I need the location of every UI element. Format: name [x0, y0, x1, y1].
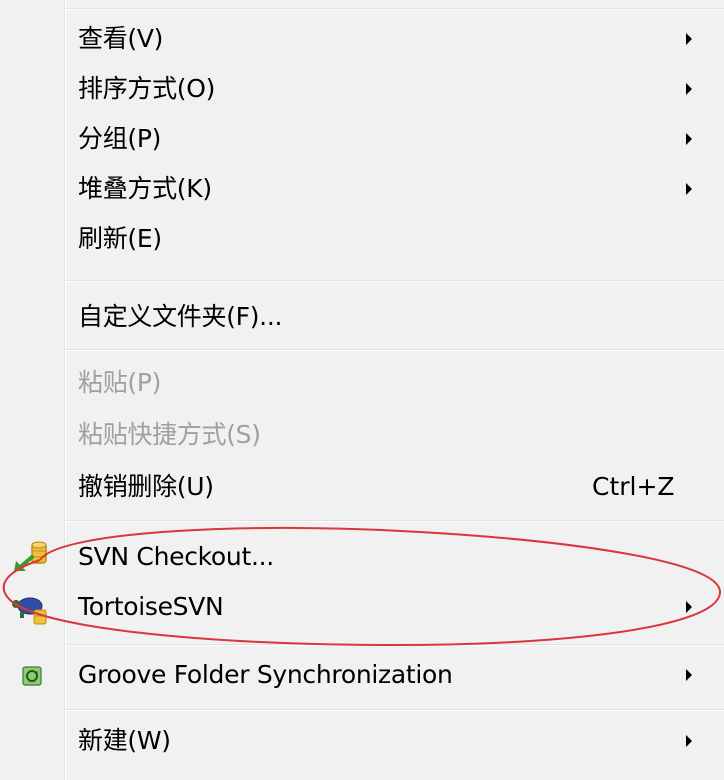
menu-separator: [66, 280, 724, 282]
menu-item-label: 排序方式(O): [78, 74, 216, 103]
menu-item-sort-by[interactable]: 排序方式(O): [0, 64, 724, 114]
menu-item-label: 堆叠方式(K): [78, 174, 212, 203]
menu-item-customize-folder[interactable]: 自定义文件夹(F)...: [0, 292, 724, 342]
menu-item-groove-sync[interactable]: Groove Folder Synchronization: [0, 650, 724, 700]
menu-item-label: 粘贴(P): [78, 368, 162, 397]
menu-item-tortoisesvn[interactable]: TortoiseSVN: [0, 582, 724, 632]
submenu-arrow-icon: [686, 33, 692, 45]
submenu-arrow-icon: [686, 183, 692, 195]
menu-item-label: 撤销删除(U): [78, 472, 214, 501]
submenu-arrow-icon: [686, 669, 692, 681]
menu-item-label: Groove Folder Synchronization: [78, 660, 453, 689]
menu-item-label: 粘贴快捷方式(S): [78, 420, 261, 449]
menu-item-paste[interactable]: 粘贴(P): [0, 358, 724, 408]
menu-item-undo-delete[interactable]: 撤销删除(U) Ctrl+Z: [0, 462, 724, 512]
menu-item-label: 自定义文件夹(F)...: [78, 302, 283, 331]
menu-separator: [66, 709, 724, 711]
menu-separator: [66, 349, 724, 351]
menu-item-view[interactable]: 查看(V): [0, 14, 724, 64]
menu-item-group-by[interactable]: 分组(P): [0, 114, 724, 164]
menu-item-stack-by[interactable]: 堆叠方式(K): [0, 164, 724, 214]
menu-separator: [66, 644, 724, 646]
submenu-arrow-icon: [686, 601, 692, 613]
context-menu: 查看(V) 排序方式(O) 分组(P) 堆叠方式(K) 刷新(E) 自定义文件夹…: [0, 0, 724, 780]
menu-item-svn-checkout[interactable]: SVN Checkout...: [0, 532, 724, 582]
menu-separator: [66, 8, 724, 10]
menu-item-label: TortoiseSVN: [78, 592, 224, 621]
menu-item-label: 查看(V): [78, 24, 164, 53]
menu-item-label: 刷新(E): [78, 224, 162, 253]
groove-sync-icon: [22, 666, 42, 690]
menu-item-new[interactable]: 新建(W): [0, 716, 724, 766]
submenu-arrow-icon: [686, 83, 692, 95]
shortcut-text: Ctrl+Z: [592, 472, 675, 501]
menu-item-label: 分组(P): [78, 124, 162, 153]
menu-separator: [66, 520, 724, 522]
menu-item-refresh[interactable]: 刷新(E): [0, 214, 724, 264]
tortoisesvn-icon: [10, 590, 50, 630]
menu-item-label: SVN Checkout...: [78, 542, 274, 571]
menu-item-paste-shortcut[interactable]: 粘贴快捷方式(S): [0, 410, 724, 460]
submenu-arrow-icon: [686, 133, 692, 145]
svn-checkout-icon: [12, 541, 52, 579]
submenu-arrow-icon: [686, 735, 692, 747]
menu-item-label: 新建(W): [78, 726, 171, 755]
